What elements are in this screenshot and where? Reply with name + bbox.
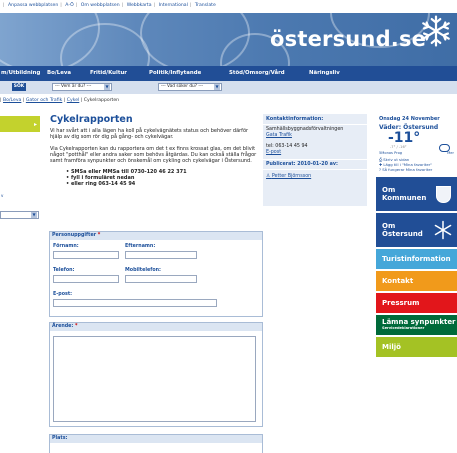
search-toolbar: SÖK --- Vem är du? --- ▼ --- Vad söker d… bbox=[0, 81, 457, 94]
mainnav-utbildning[interactable]: m/Utbildning bbox=[1, 70, 40, 76]
mobile-field[interactable] bbox=[125, 275, 197, 283]
section-heading: Ärende: bbox=[52, 324, 74, 329]
article: Cykelrapporten Vi har svårt att i alla l… bbox=[50, 114, 258, 187]
section-heading: Plats: bbox=[52, 436, 68, 441]
phone-field[interactable] bbox=[53, 275, 119, 283]
article-paragraph: Vi har svårt att i alla lägen ha koll på… bbox=[50, 128, 249, 141]
mainnav-bo-leva[interactable]: Bo/Leva bbox=[47, 70, 71, 76]
site-logo[interactable]: östersund.se bbox=[270, 27, 426, 51]
snowflake-logo-icon bbox=[422, 15, 450, 47]
pressroom-button[interactable]: Pressrum bbox=[376, 293, 457, 313]
contact-button[interactable]: Kontakt bbox=[376, 271, 457, 291]
chevron-down-icon[interactable]: v bbox=[1, 193, 3, 198]
firstname-label: Förnamn: bbox=[53, 244, 79, 249]
lastname-label: Efternamn: bbox=[125, 244, 156, 249]
favorites-help-link[interactable]: ? Så fungerar Mina favoriter bbox=[379, 167, 454, 172]
place-section: Plats: bbox=[49, 434, 263, 453]
section-heading: Personuppgifter bbox=[52, 233, 97, 238]
mainnav-stod-omsorg[interactable]: Stöd/Omsorg/Vård bbox=[229, 70, 285, 76]
mainnav-fritid-kultur[interactable]: Fritid/Kultur bbox=[90, 70, 127, 76]
chevron-down-icon: ▼ bbox=[31, 212, 37, 218]
breadcrumb: | Bo/Leva | Gator och Trafik | Cykel | C… bbox=[0, 98, 120, 103]
mainnav-politik[interactable]: Politik/Inflytande bbox=[149, 70, 201, 76]
utility-link-international[interactable]: International bbox=[159, 3, 188, 8]
about-ostersund-button[interactable]: Om Östersund bbox=[376, 213, 457, 247]
select-what-value: --- Vad söker du? --- bbox=[161, 84, 204, 89]
breadcrumb-link-cykel[interactable]: Cykel bbox=[67, 98, 80, 103]
list-item: eller ring 063-14 45 94 bbox=[66, 181, 258, 187]
mobile-label: Mobiltelefon: bbox=[125, 268, 161, 273]
environment-button[interactable]: Miljö bbox=[376, 337, 457, 357]
contact-dept-link[interactable]: Gata Trafik bbox=[263, 133, 367, 139]
contact-title: Kontaktinformation: bbox=[263, 114, 367, 125]
utility-link-om[interactable]: Om webbplatsen bbox=[81, 3, 120, 8]
nav-separator: | bbox=[3, 3, 5, 8]
site-banner: östersund.se bbox=[0, 13, 457, 66]
article-paragraph: Via Cykelrapporten kan du rapportera om … bbox=[50, 145, 257, 165]
select-who-dropdown[interactable]: --- Vem är du? --- ▼ bbox=[52, 83, 112, 91]
weather-forecast-link[interactable]: 5Monos Prog bbox=[379, 151, 402, 155]
utility-nav: | Anpassa webbplatsen | A-Ö | Om webbplats… bbox=[0, 0, 457, 13]
temperature: -11° bbox=[388, 130, 421, 146]
page-title: Cykelrapporten bbox=[50, 114, 133, 125]
select-what-dropdown[interactable]: --- Vad söker du? --- ▼ bbox=[158, 83, 222, 91]
email-label: E-post: bbox=[53, 292, 73, 297]
main-nav: m/Utbildning Bo/Leva Fritid/Kultur Polit… bbox=[0, 66, 457, 81]
author-link[interactable]: ♙ Petter Björnsson bbox=[263, 170, 367, 183]
select-who-value: --- Vem är du? --- bbox=[55, 84, 92, 89]
utility-link-anpassa[interactable]: Anpassa webbplatsen bbox=[8, 3, 58, 8]
left-dropdown[interactable]: ▼ bbox=[0, 211, 39, 219]
weather-more-link[interactable]: Mer bbox=[447, 151, 454, 155]
breadcrumb-link-bo-leva[interactable]: Bo/Leva bbox=[3, 98, 21, 103]
page-tools: ⎙ Skriv ut sidan ✚ Lägg till i "Mina fav… bbox=[376, 157, 457, 172]
chevron-down-icon: ▼ bbox=[214, 84, 220, 90]
mainnav-naringsliv[interactable]: Näringsliv bbox=[309, 70, 340, 76]
contact-panel: Kontaktinformation: Samhällsbyggnadsförv… bbox=[263, 114, 367, 206]
required-marker: * bbox=[75, 324, 78, 329]
phone-label: Telefon: bbox=[53, 268, 75, 273]
cloud-icon bbox=[439, 144, 450, 152]
contact-email-link[interactable]: E-post bbox=[263, 150, 367, 156]
tourist-info-button[interactable]: Turistinformation bbox=[376, 249, 457, 269]
errand-section: Ärende: * bbox=[49, 322, 263, 427]
published-info: Publicerat: 2010-01-20 av: bbox=[263, 159, 367, 170]
errand-textarea[interactable] bbox=[53, 336, 256, 422]
search-button[interactable]: SÖK bbox=[12, 83, 26, 91]
right-sidebar: Onsdag 24 November Väder: Östersund -11°… bbox=[376, 114, 457, 357]
contact-methods-list: SMSa eller MMSa till 0730-120 46 22 371 … bbox=[66, 169, 258, 187]
utility-link-translate[interactable]: Translate bbox=[195, 3, 216, 8]
breadcrumb-current: Cykelrapporten bbox=[83, 98, 120, 103]
email-field[interactable] bbox=[53, 299, 217, 307]
coat-of-arms-icon bbox=[436, 185, 451, 203]
firstname-field[interactable] bbox=[53, 251, 119, 259]
chevron-down-icon: ▼ bbox=[104, 84, 110, 90]
current-date: Onsdag 24 November bbox=[379, 116, 440, 122]
personal-info-section: Personuppgifter * Förnamn: Efternamn: Te… bbox=[49, 231, 263, 317]
utility-link-a-o[interactable]: A-Ö bbox=[65, 3, 73, 8]
about-kommunen-button[interactable]: Om Kommunen bbox=[376, 177, 457, 211]
snowflake-icon bbox=[434, 220, 452, 240]
required-marker: * bbox=[97, 233, 101, 238]
utility-link-webbkarta[interactable]: Webbkarta bbox=[127, 3, 152, 8]
arrow-right-icon: ▸ bbox=[34, 121, 38, 128]
lastname-field[interactable] bbox=[125, 251, 197, 259]
breadcrumb-link-gator[interactable]: Gator och Trafik bbox=[26, 98, 62, 103]
feedback-button[interactable]: Lämna synpunkter Servicedeklarationer bbox=[376, 315, 457, 335]
